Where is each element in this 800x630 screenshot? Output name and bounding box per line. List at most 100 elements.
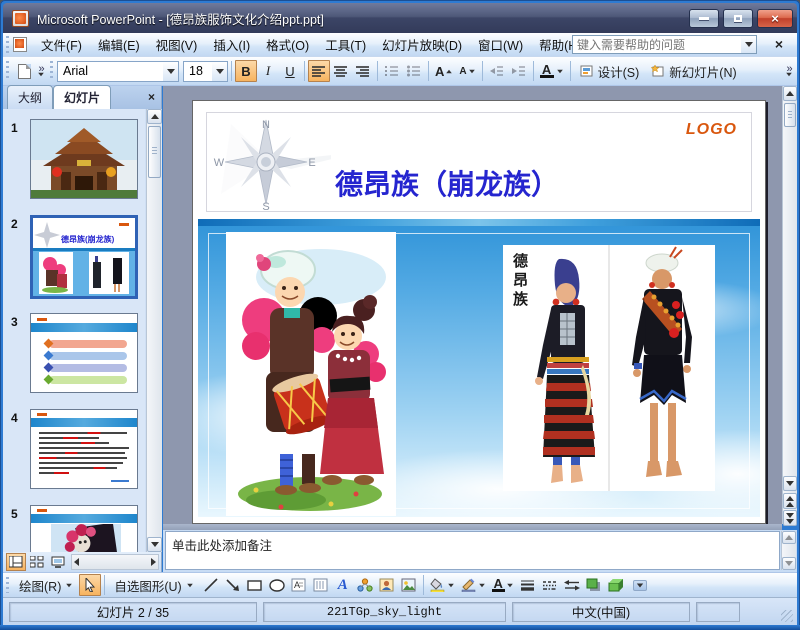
toolbar-overflow-button[interactable]: »: [785, 63, 793, 77]
menu-file[interactable]: 文件(F): [33, 32, 90, 57]
vertical-text-box-button[interactable]: [310, 574, 332, 596]
decrease-indent-button[interactable]: [486, 60, 508, 82]
next-slide-button[interactable]: [783, 510, 797, 526]
normal-view-button[interactable]: [6, 553, 26, 571]
restore-button[interactable]: [723, 9, 753, 28]
toolbar-overflow-button[interactable]: »: [37, 63, 45, 77]
autoshapes-menu-button[interactable]: 自选图形(U): [108, 574, 199, 596]
align-center-button[interactable]: [330, 60, 352, 82]
language-indicator[interactable]: 中文(中国): [512, 601, 690, 622]
scroll-down-button[interactable]: [783, 476, 797, 491]
scroll-down-button[interactable]: [147, 537, 162, 552]
title-bar[interactable]: Microsoft PowerPoint - [德昂族服饰文化介绍ppt.ppt…: [3, 3, 797, 33]
help-dropdown-button[interactable]: [741, 36, 756, 53]
scroll-down-button[interactable]: [782, 557, 796, 570]
slide-thumbnail-2-selected[interactable]: 德昂族(崩龙族): [30, 215, 138, 299]
line-tool-button[interactable]: [200, 574, 222, 596]
previous-slide-button[interactable]: [783, 493, 797, 509]
insert-picture-button[interactable]: [398, 574, 420, 596]
design-template-indicator[interactable]: 221TGp_sky_light: [263, 601, 506, 622]
close-document-button[interactable]: ×: [771, 36, 787, 52]
slide-content-area[interactable]: 德昂族: [198, 219, 760, 517]
close-pane-button[interactable]: ×: [148, 90, 155, 104]
resize-grip[interactable]: [781, 610, 793, 622]
three-d-style-button[interactable]: [605, 574, 627, 596]
help-search-input[interactable]: [573, 36, 741, 53]
increase-indent-button[interactable]: [508, 60, 530, 82]
toolbar-overflow-button[interactable]: [632, 579, 647, 591]
fill-color-button[interactable]: [427, 574, 458, 596]
slide-thumbnail-5[interactable]: [30, 505, 138, 552]
slide-vertical-scrollbar[interactable]: [782, 86, 797, 526]
male-costume-picture[interactable]: [610, 245, 715, 491]
new-slide-icon-button[interactable]: [13, 60, 35, 82]
underline-button[interactable]: U: [279, 60, 301, 82]
horizontal-scrollbar[interactable]: [71, 554, 159, 570]
toolbar-grip[interactable]: [6, 61, 9, 81]
align-right-button[interactable]: [352, 60, 374, 82]
tab-slides[interactable]: 幻灯片: [53, 85, 112, 109]
font-name-dropdown[interactable]: [163, 61, 178, 81]
clip-art-button[interactable]: [376, 574, 398, 596]
draw-menu-button[interactable]: 绘图(R): [13, 574, 79, 596]
costume-pictures[interactable]: 德昂族: [503, 245, 715, 491]
logo-text[interactable]: LOGO: [686, 121, 737, 139]
scroll-up-button[interactable]: [147, 109, 162, 124]
scroll-up-button[interactable]: [782, 531, 796, 544]
slide-title[interactable]: 德昂族（崩龙族）: [335, 163, 559, 203]
rectangle-tool-button[interactable]: [244, 574, 266, 596]
bold-button[interactable]: B: [235, 60, 257, 82]
font-size-dropdown[interactable]: [212, 61, 227, 81]
slide-thumbnail-3[interactable]: [30, 313, 138, 393]
font-name-combo[interactable]: Arial: [57, 60, 179, 82]
decrease-font-button[interactable]: A: [456, 60, 478, 82]
align-left-button[interactable]: [308, 60, 330, 82]
oval-tool-button[interactable]: [266, 574, 288, 596]
diagram-button[interactable]: [354, 574, 376, 596]
notes-scrollbar[interactable]: [781, 531, 796, 570]
slide-sorter-view-button[interactable]: [27, 553, 47, 571]
scrollbar-thumb[interactable]: [148, 126, 161, 178]
bullet-list-button[interactable]: [403, 60, 425, 82]
menu-format[interactable]: 格式(O): [258, 32, 317, 57]
shadow-style-button[interactable]: [583, 574, 605, 596]
dash-style-button[interactable]: [539, 574, 561, 596]
toolbar-grip[interactable]: [50, 61, 53, 81]
design-button[interactable]: 设计(S): [574, 60, 646, 82]
italic-button[interactable]: I: [257, 60, 279, 82]
arrow-style-button[interactable]: [561, 574, 583, 596]
scroll-up-button[interactable]: [783, 86, 797, 101]
toolbar-grip[interactable]: [6, 576, 9, 594]
minimize-button[interactable]: [689, 9, 719, 28]
font-color-button[interactable]: A: [537, 60, 567, 82]
menu-edit[interactable]: 编辑(E): [90, 32, 148, 57]
wordart-button[interactable]: A: [332, 574, 354, 596]
text-box-button[interactable]: A: [288, 574, 310, 596]
menu-tools[interactable]: 工具(T): [317, 32, 374, 57]
arrow-tool-button[interactable]: [222, 574, 244, 596]
toolbar-grip[interactable]: [6, 36, 9, 53]
slide-canvas[interactable]: N S W E LOGO 德昂族（崩龙族） 德昂族: [192, 100, 766, 524]
font-color-button[interactable]: A: [489, 574, 517, 596]
scrollbar-thumb[interactable]: [784, 103, 796, 127]
slide-header-box[interactable]: N S W E LOGO 德昂族（崩龙族）: [206, 112, 752, 212]
line-style-button[interactable]: [517, 574, 539, 596]
thumbnails-scrollbar[interactable]: [146, 109, 162, 552]
menu-insert[interactable]: 插入(I): [205, 32, 258, 57]
select-objects-button[interactable]: [79, 574, 102, 596]
new-slide-button[interactable]: 新幻灯片(N): [645, 60, 742, 82]
menu-view[interactable]: 视图(V): [148, 32, 206, 57]
font-size-combo[interactable]: 18: [183, 60, 228, 82]
menu-slideshow[interactable]: 幻灯片放映(D): [374, 32, 470, 57]
close-button[interactable]: ×: [757, 9, 793, 28]
notes-placeholder[interactable]: 单击此处添加备注: [165, 531, 780, 570]
menu-window[interactable]: 窗口(W): [470, 32, 531, 57]
slide-thumbnail-4[interactable]: [30, 409, 138, 489]
line-color-button[interactable]: [458, 574, 489, 596]
tab-outline[interactable]: 大纲: [7, 85, 54, 109]
slideshow-view-button[interactable]: [48, 553, 68, 571]
slide-thumbnail-1[interactable]: [30, 119, 138, 199]
cartoon-couple-picture[interactable]: [226, 232, 396, 516]
increase-font-button[interactable]: A: [432, 60, 456, 82]
female-costume-picture[interactable]: 德昂族: [503, 245, 608, 491]
